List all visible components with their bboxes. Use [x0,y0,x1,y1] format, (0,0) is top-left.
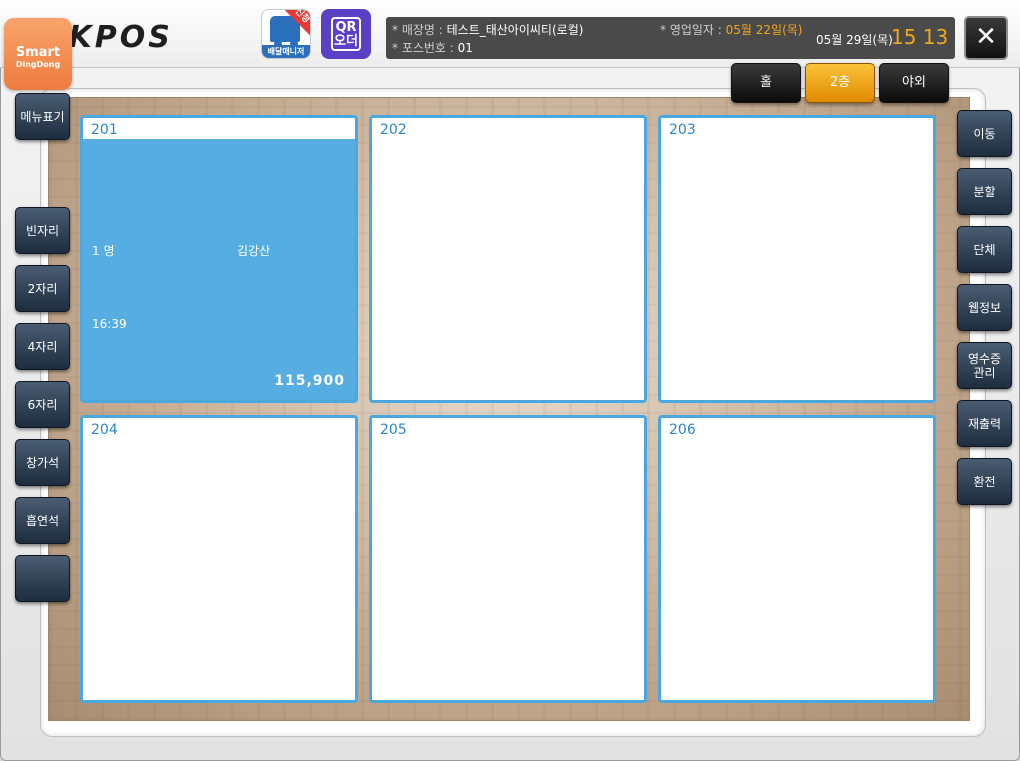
table-customer-name: 김강산 [237,244,271,258]
store-info-panel: * 매장명 : 테스트_태산아이씨티(로컬) * 포스번호 : 01 * 영업일… [386,17,955,59]
table-204[interactable]: 204 [80,415,358,703]
smart-dingdong-line1: Smart [15,45,61,60]
table-amount: 115,900 [274,373,345,389]
filter-window-button[interactable]: 창가석 [15,439,70,486]
filter-2-seat-button[interactable]: 2자리 [15,265,70,312]
move-button[interactable]: 이동 [957,110,1012,157]
menu-display-button[interactable]: 메뉴표기 [15,93,70,140]
filter-4-seat-button[interactable]: 4자리 [15,323,70,370]
close-icon: ✕ [975,22,997,52]
tab-hall[interactable]: 홀 [731,63,801,103]
close-button[interactable]: ✕ [964,16,1008,60]
filter-empty-button[interactable]: 빈자리 [15,207,70,254]
receipt-management-button[interactable]: 영수증 관리 [957,342,1012,389]
qr-order-line1: QR [335,20,357,35]
table-number: 201 [91,122,118,138]
store-name-label: * 매장명 : [392,23,447,37]
table-start-time: 16:39 [92,317,127,331]
floor-plan: 201 1 명 김강산 16:39 115,900 202 203 204 20… [48,97,970,721]
store-name-value: 테스트_태산아이씨티(로컬) [446,23,584,37]
exchange-button[interactable]: 환전 [957,458,1012,505]
tab-outdoor[interactable]: 야외 [879,63,949,103]
business-date-label: * 영업일자 : [660,23,726,37]
current-date: 05월 29일(목) [816,33,893,47]
table-number: 206 [669,422,696,438]
pos-number-value: 01 [457,41,473,55]
filter-6-seat-button[interactable]: 6자리 [15,381,70,428]
table-guest-count: 1 명 [92,244,115,258]
qr-order-icon: QR 오더 [331,17,361,51]
reprint-button[interactable]: 재출력 [957,400,1012,447]
table-202[interactable]: 202 [369,115,647,403]
table-number: 204 [91,422,118,438]
table-203[interactable]: 203 [658,115,936,403]
blank-side-button[interactable] [15,555,70,602]
header-bar: OKPOS 신청 배달매니저 QR 오더 * 매장명 : 테스트_태산아이씨티(… [0,0,1020,68]
smart-dingdong-button[interactable]: Smart DingDong [4,18,72,90]
store-name-row: * 매장명 : 테스트_태산아이씨티(로컬) [392,21,583,38]
table-number: 203 [669,122,696,138]
tab-2nd-floor[interactable]: 2층 [805,63,875,103]
table-number: 202 [380,122,407,138]
delivery-manager-label: 배달매니저 [262,45,310,58]
table-201[interactable]: 201 1 명 김강산 16:39 115,900 [80,115,358,403]
table-occupied-fill [83,139,355,400]
qr-order-button[interactable]: QR 오더 [321,9,371,59]
group-button[interactable]: 단체 [957,226,1012,273]
current-time: 15 13 [891,25,949,49]
business-date-row: * 영업일자 : 05월 22일(목) [660,21,803,38]
split-button[interactable]: 분할 [957,168,1012,215]
table-205[interactable]: 205 [369,415,647,703]
qr-order-line2: 오더 [334,34,358,49]
table-206[interactable]: 206 [658,415,936,703]
web-info-button[interactable]: 웹정보 [957,284,1012,331]
smart-dingdong-line2: DingDong [15,60,61,69]
filter-smoking-button[interactable]: 흡연석 [15,497,70,544]
pos-number-label: * 포스번호 : [392,41,458,55]
pos-number-row: * 포스번호 : 01 [392,39,473,56]
business-date-value: 05월 22일(목) [725,23,803,37]
table-number: 205 [380,422,407,438]
delivery-manager-button[interactable]: 신청 배달매니저 [261,9,311,59]
